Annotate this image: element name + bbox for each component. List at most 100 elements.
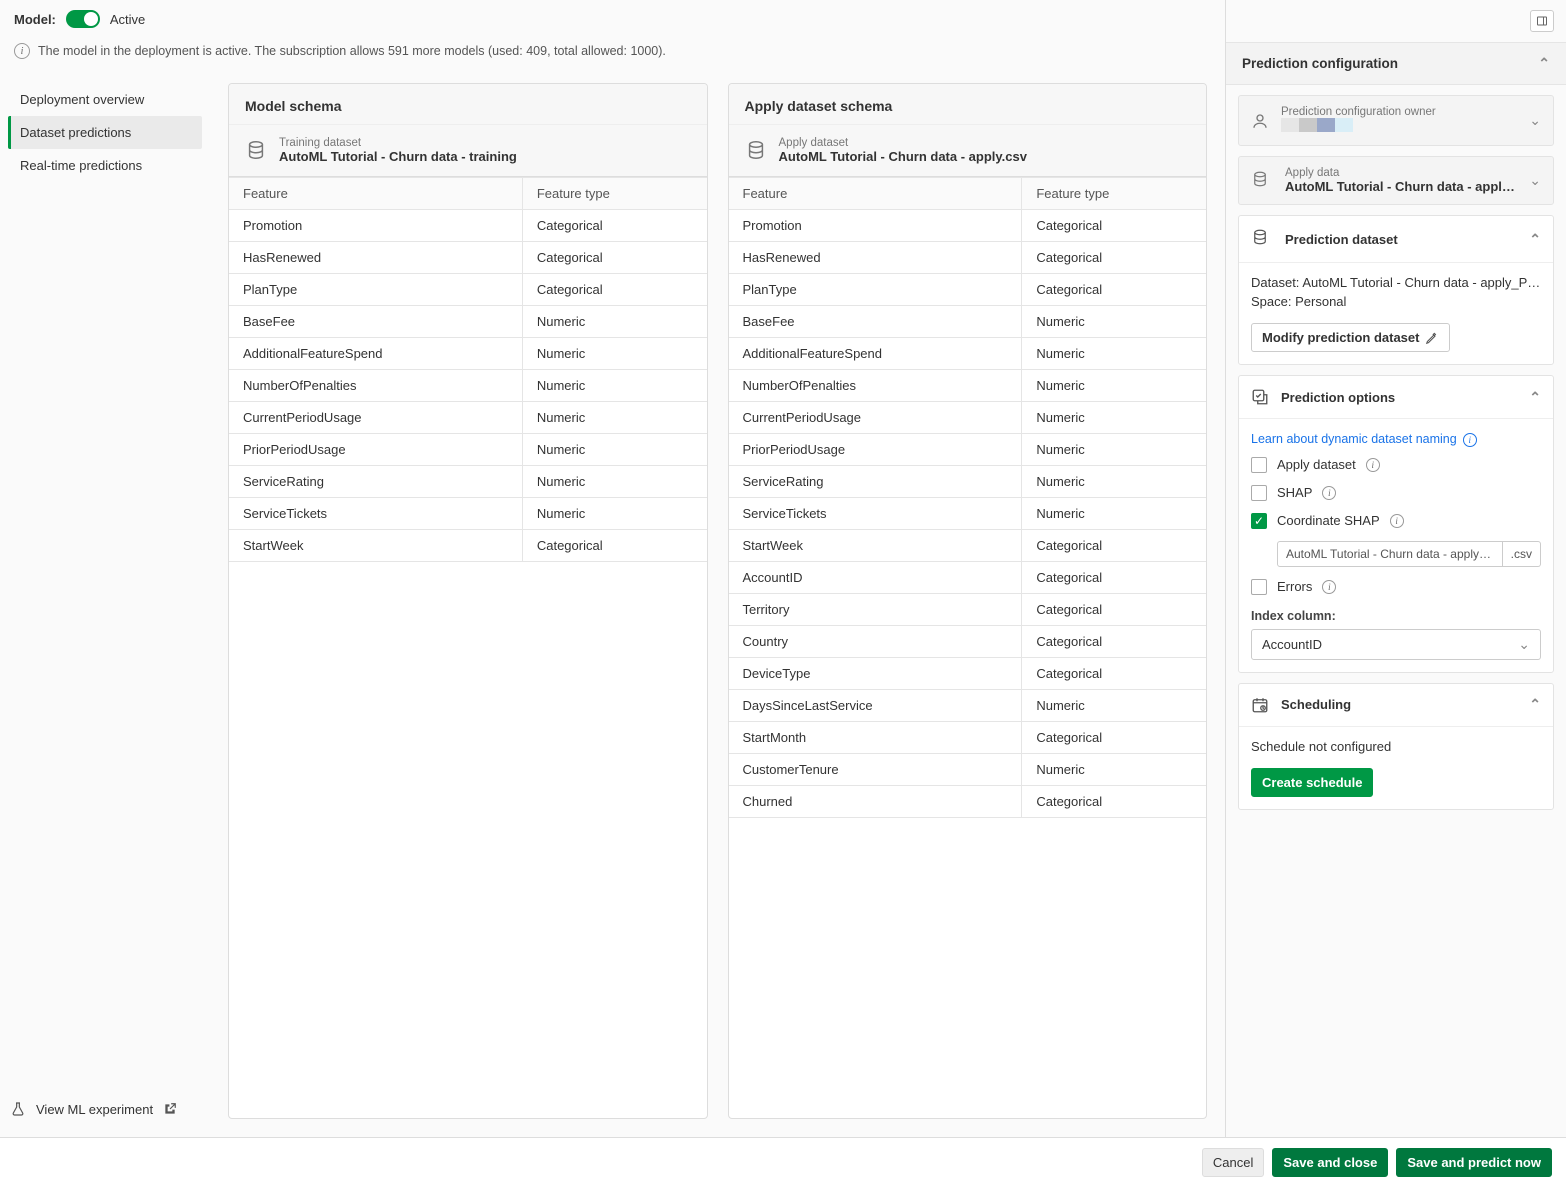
prediction-dataset-title: Prediction dataset (1285, 232, 1517, 247)
save-and-close-button[interactable]: Save and close (1272, 1148, 1388, 1177)
feature-cell: DaysSinceLastService (729, 690, 1023, 722)
type-cell: Categorical (523, 242, 707, 274)
feature-cell: BaseFee (729, 306, 1023, 338)
type-cell: Numeric (1022, 466, 1206, 498)
database-icon (245, 139, 267, 161)
database-icon (1251, 170, 1273, 192)
apply-dataset-checkbox[interactable] (1251, 457, 1267, 473)
type-cell: Categorical (1022, 562, 1206, 594)
modify-btn-label: Modify prediction dataset (1262, 330, 1419, 345)
feature-cell: Territory (729, 594, 1023, 626)
info-icon[interactable]: i (1366, 458, 1380, 472)
index-column-label: Index column: (1251, 609, 1541, 623)
coordinate-shap-filename-input[interactable]: AutoML Tutorial - Churn data - apply_Pre… (1277, 541, 1503, 567)
apply-data-row[interactable]: Apply data AutoML Tutorial - Churn data … (1239, 157, 1553, 204)
apply-schema-card: Apply dataset schema Apply dataset AutoM… (728, 83, 1208, 1119)
shap-label: SHAP (1277, 485, 1312, 500)
flask-icon (10, 1101, 26, 1117)
feature-cell: AdditionalFeatureSpend (229, 338, 523, 370)
collapse-panel-button[interactable] (1530, 10, 1554, 32)
save-and-predict-button[interactable]: Save and predict now (1396, 1148, 1552, 1177)
view-ml-experiment-label: View ML experiment (36, 1102, 153, 1117)
feature-cell: Churned (729, 786, 1023, 818)
info-icon[interactable]: i (1322, 486, 1336, 500)
space-value: Personal (1295, 294, 1346, 309)
type-cell: Numeric (1022, 754, 1206, 786)
feature-cell: CurrentPeriodUsage (229, 402, 523, 434)
feature-cell: StartWeek (729, 530, 1023, 562)
scheduling-header[interactable]: Scheduling ⌃ (1239, 684, 1553, 727)
create-schedule-button[interactable]: Create schedule (1251, 768, 1373, 797)
feature-cell: Promotion (229, 210, 523, 242)
info-icon: i (1463, 433, 1477, 447)
prediction-config-header[interactable]: Prediction configuration ⌃ (1226, 42, 1566, 85)
feature-cell: PriorPeriodUsage (729, 434, 1023, 466)
feature-cell: NumberOfPenalties (229, 370, 523, 402)
space-label: Space: (1251, 294, 1291, 309)
owner-sub: Prediction configuration owner (1281, 106, 1517, 118)
apply-data-sub: Apply data (1285, 167, 1517, 179)
feature-cell: PlanType (229, 274, 523, 306)
feature-cell: ServiceRating (729, 466, 1023, 498)
feature-cell: StartWeek (229, 530, 523, 562)
pencil-icon (1425, 331, 1439, 345)
chevron-down-icon: ⌄ (1529, 112, 1541, 129)
feature-cell: PlanType (729, 274, 1023, 306)
model-active-toggle[interactable] (66, 10, 100, 28)
type-cell: Numeric (1022, 306, 1206, 338)
view-ml-experiment-link[interactable]: View ML experiment (8, 1091, 202, 1127)
info-icon[interactable]: i (1322, 580, 1336, 594)
sidebar-item-dataset-predictions[interactable]: Dataset predictions (8, 116, 202, 149)
col-type: Feature type (523, 177, 707, 210)
type-cell: Categorical (1022, 274, 1206, 306)
apply-dataset-sub: Apply dataset (779, 137, 1027, 149)
model-schema-table: Feature Feature type (229, 177, 707, 210)
index-column-select[interactable]: AccountID ⌄ (1251, 629, 1541, 660)
type-cell: Categorical (1022, 242, 1206, 274)
feature-cell: PriorPeriodUsage (229, 434, 523, 466)
feature-cell: ServiceRating (229, 466, 523, 498)
chevron-up-icon: ⌃ (1538, 55, 1550, 72)
feature-cell: AccountID (729, 562, 1023, 594)
feature-cell: BaseFee (229, 306, 523, 338)
type-cell: Categorical (1022, 626, 1206, 658)
sidebar-item-deployment-overview[interactable]: Deployment overview (8, 83, 202, 116)
prediction-options-header[interactable]: Prediction options ⌃ (1239, 376, 1553, 419)
learn-dynamic-naming-link[interactable]: Learn about dynamic dataset naming i (1251, 432, 1477, 447)
owner-row[interactable]: Prediction configuration owner ⌄ (1239, 96, 1553, 145)
feature-cell: Country (729, 626, 1023, 658)
index-column-value: AccountID (1262, 637, 1322, 652)
feature-cell: NumberOfPenalties (729, 370, 1023, 402)
type-cell: Categorical (1022, 786, 1206, 818)
type-cell: Numeric (1022, 402, 1206, 434)
training-dataset-name: AutoML Tutorial - Churn data - training (279, 149, 517, 164)
feature-cell: AdditionalFeatureSpend (729, 338, 1023, 370)
errors-checkbox[interactable] (1251, 579, 1267, 595)
database-icon (745, 139, 767, 161)
type-cell: Categorical (1022, 210, 1206, 242)
modify-prediction-dataset-button[interactable]: Modify prediction dataset (1251, 323, 1450, 352)
feature-cell: ServiceTickets (729, 498, 1023, 530)
type-cell: Numeric (1022, 690, 1206, 722)
apply-dataset-name: AutoML Tutorial - Churn data - apply.csv (779, 149, 1027, 164)
feature-cell: DeviceType (729, 658, 1023, 690)
prediction-dataset-header[interactable]: Prediction dataset ⌃ (1239, 216, 1553, 263)
type-cell: Categorical (1022, 594, 1206, 626)
dataset-label: Dataset: (1251, 275, 1299, 290)
info-icon[interactable]: i (1390, 514, 1404, 528)
apply-data-value: AutoML Tutorial - Churn data - apply.csv (1285, 179, 1517, 194)
type-cell: Numeric (523, 306, 707, 338)
cancel-button[interactable]: Cancel (1202, 1148, 1264, 1177)
dataset-value: AutoML Tutorial - Churn data - apply_Pre… (1302, 275, 1541, 290)
col-feature: Feature (229, 177, 523, 210)
scheduling-title: Scheduling (1281, 697, 1517, 712)
sidebar-item-realtime-predictions[interactable]: Real-time predictions (8, 149, 202, 182)
coordinate-shap-label: Coordinate SHAP (1277, 513, 1380, 528)
coordinate-shap-checkbox[interactable]: ✓ (1251, 513, 1267, 529)
feature-cell: CustomerTenure (729, 754, 1023, 786)
feature-cell: HasRenewed (229, 242, 523, 274)
type-cell: Numeric (1022, 434, 1206, 466)
chevron-up-icon: ⌃ (1529, 389, 1541, 406)
shap-checkbox[interactable] (1251, 485, 1267, 501)
type-cell: Categorical (523, 530, 707, 562)
